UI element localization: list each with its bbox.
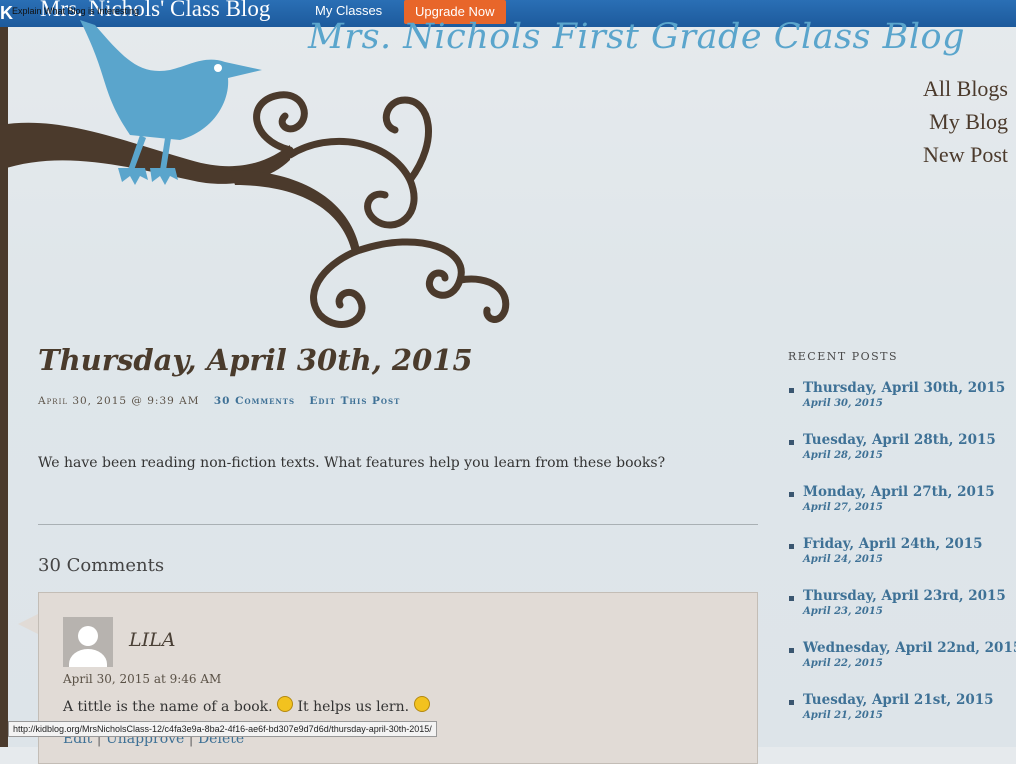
my-classes-link[interactable]: My Classes: [315, 3, 382, 18]
recent-post-title[interactable]: Friday, April 24th, 2015: [803, 536, 1013, 552]
recent-post-date: April 21, 2015: [803, 710, 883, 721]
comments-heading: 30 Comments: [38, 555, 165, 576]
divider: [38, 524, 758, 525]
recent-post-date: April 28, 2015: [803, 450, 883, 461]
recent-post-title[interactable]: Thursday, April 30th, 2015: [803, 380, 1013, 396]
comment-text-part-1: A tittle is the name of a book.: [63, 699, 273, 715]
comment-author: LILA: [129, 629, 176, 651]
recent-post-item[interactable]: Thursday, April 30th, 2015 April 30, 2015: [788, 380, 1013, 432]
post-body: We have been reading non-fiction texts. …: [38, 455, 666, 471]
bullet-icon: [789, 596, 794, 601]
new-post-link[interactable]: New Post: [923, 138, 1008, 171]
recent-post-title[interactable]: Tuesday, April 21st, 2015: [803, 692, 1013, 708]
recent-post-item[interactable]: Wednesday, April 22nd, 2015 April 22, 201…: [788, 640, 1016, 692]
bullet-icon: [789, 492, 794, 497]
post-date: April 30, 2015 @ 9:39 AM: [38, 395, 200, 407]
bullet-icon: [789, 700, 794, 705]
recent-post-title[interactable]: Tuesday, April 28th, 2015: [803, 432, 1013, 448]
post-meta: April 30, 2015 @ 9:39 AM 30 Comments Edi…: [38, 395, 400, 407]
recent-post-date: April 30, 2015: [803, 398, 883, 409]
explain-note: Explain What Blog is Interesting: [12, 6, 140, 16]
bullet-icon: [789, 440, 794, 445]
recent-posts-list: Thursday, April 30th, 2015 April 30, 2015…: [788, 380, 1016, 744]
edit-post-link[interactable]: Edit This Post: [309, 395, 400, 407]
bullet-icon: [789, 544, 794, 549]
recent-post-title[interactable]: Thursday, April 23rd, 2015: [803, 588, 1013, 604]
recent-post-item[interactable]: Monday, April 27th, 2015 April 27, 2015: [788, 484, 1013, 536]
bullet-icon: [789, 388, 794, 393]
status-bar-url: http://kidblog.org/MrsNicholsClass-12/c4…: [8, 721, 437, 737]
recent-post-date: April 27, 2015: [803, 502, 883, 513]
recent-post-item[interactable]: Thursday, April 23rd, 2015 April 23, 2015: [788, 588, 1013, 640]
blog-header-title[interactable]: Mrs. Nichols First Grade Class Blog: [308, 17, 965, 57]
post-title[interactable]: Thursday, April 30th, 2015: [38, 343, 473, 377]
recent-post-title[interactable]: Wednesday, April 22nd, 2015: [803, 640, 1016, 656]
recent-post-date: April 22, 2015: [803, 658, 883, 669]
recent-post-item[interactable]: Tuesday, April 21st, 2015 April 21, 2015: [788, 692, 1013, 744]
post-comments-link[interactable]: 30 Comments: [214, 395, 295, 407]
smiley-icon: [277, 696, 294, 712]
recent-post-item[interactable]: Friday, April 24th, 2015 April 24, 2015: [788, 536, 1013, 588]
recent-posts-heading: RECENT POSTS: [788, 350, 899, 363]
comment-date[interactable]: April 30, 2015 at 9:46 AM: [63, 672, 221, 686]
comment-pointer: [18, 614, 38, 634]
comment: LILA April 30, 2015 at 9:46 AM A tittle …: [38, 592, 758, 764]
recent-post-item[interactable]: Tuesday, April 28th, 2015 April 28, 2015: [788, 432, 1013, 484]
blog-nav: All Blogs My Blog New Post: [923, 72, 1008, 171]
smiley-icon: [413, 696, 430, 712]
avatar-icon: [63, 617, 113, 667]
my-blog-link[interactable]: My Blog: [923, 105, 1008, 138]
comment-text-part-2: It helps us lern.: [297, 699, 410, 715]
all-blogs-link[interactable]: All Blogs: [923, 72, 1008, 105]
bullet-icon: [789, 648, 794, 653]
recent-post-date: April 24, 2015: [803, 554, 883, 565]
comment-text: A tittle is the name of a book. It helps…: [63, 696, 430, 715]
bird-branch-illustration: [0, 20, 510, 328]
recent-post-date: April 23, 2015: [803, 606, 883, 617]
recent-post-title[interactable]: Monday, April 27th, 2015: [803, 484, 1013, 500]
